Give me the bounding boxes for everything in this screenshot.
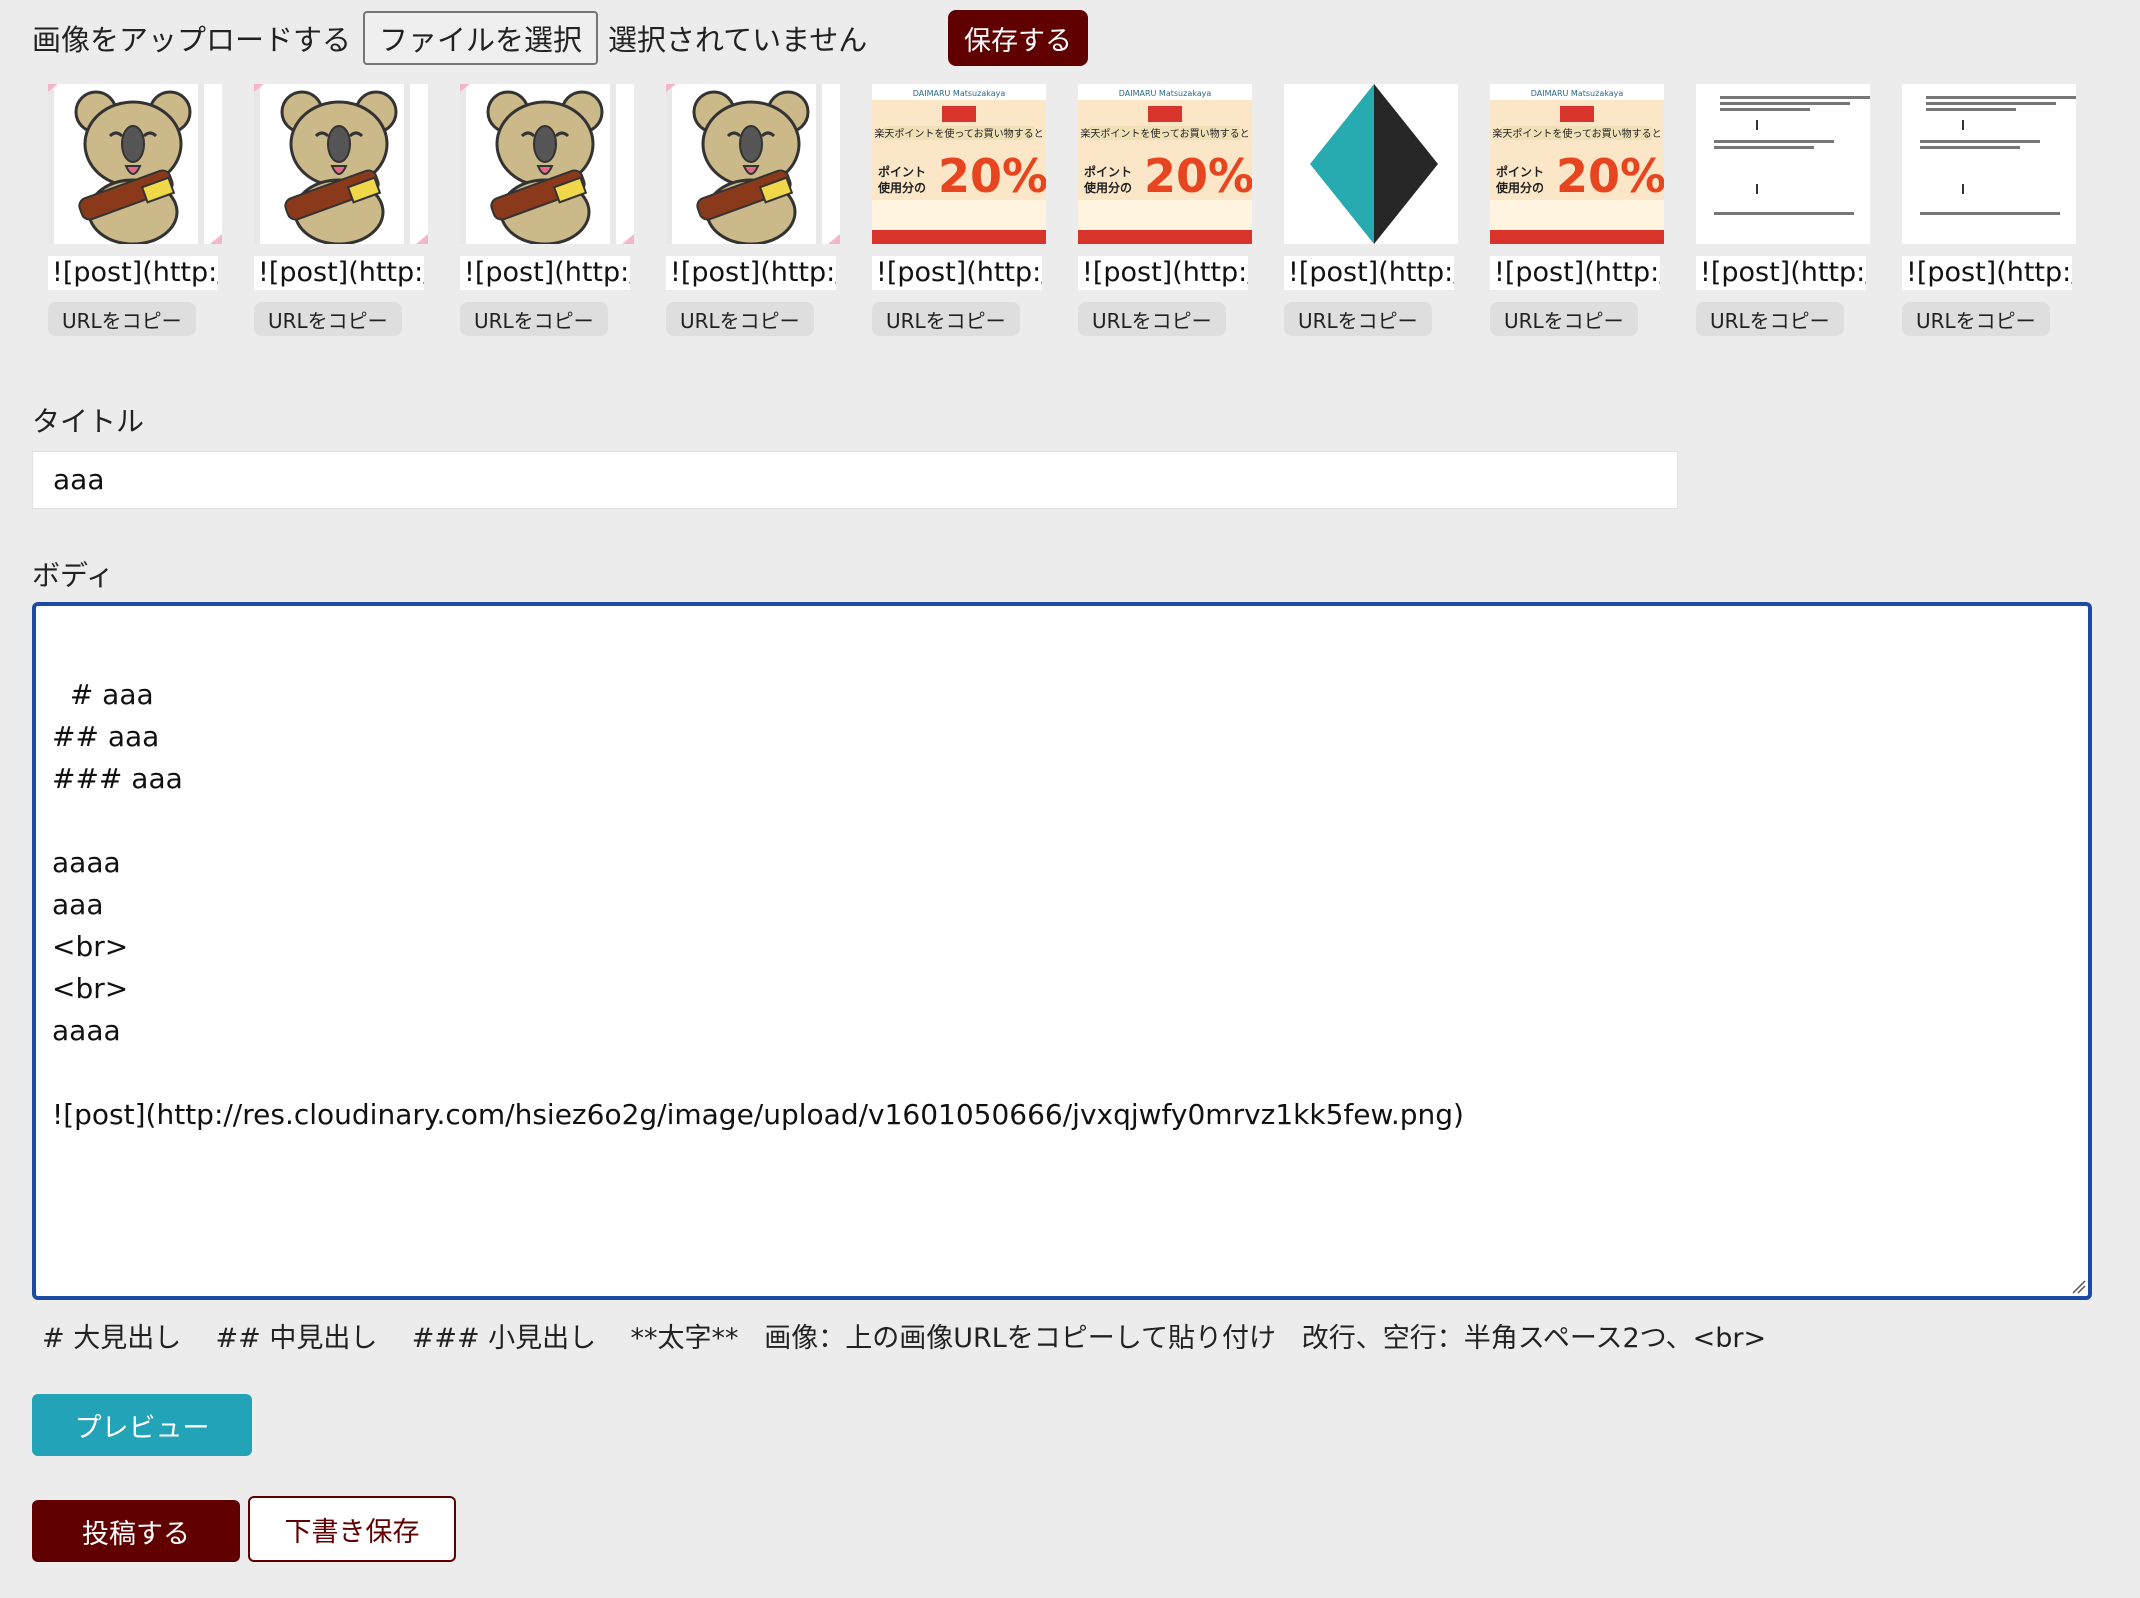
rakuten-point-banner-thumbnail: DAIMARU Matsuzakaya 楽天ポイントを使ってお買い物するとポイント… [872, 84, 1046, 244]
svg-text:20%: 20% [938, 149, 1046, 203]
save-image-button[interactable]: 保存する [948, 10, 1088, 66]
svg-text:DAIMARU Matsuzakaya: DAIMARU Matsuzakaya [913, 89, 1006, 98]
gallery-item: DAIMARU Matsuzakaya 楽天ポイントを使ってお買い物するとポイント… [1490, 84, 1668, 336]
image-url-text: ![post](http:// [460, 256, 630, 290]
text-document-thumbnail [1696, 84, 1870, 244]
upload-row: 画像をアップロードする ファイルを選択 選択されていません [32, 10, 867, 66]
copy-url-button[interactable]: URLをコピー [254, 302, 402, 336]
svg-text:20%: 20% [1556, 149, 1664, 203]
svg-text:楽天ポイントを使ってお買い物すると: 楽天ポイントを使ってお買い物すると [874, 127, 1043, 140]
svg-text:ポイント: ポイント [1084, 164, 1132, 179]
gallery-item: DAIMARU Matsuzakaya 楽天ポイントを使ってお買い物するとポイント… [1078, 84, 1256, 336]
copy-url-button[interactable]: URLをコピー [1284, 302, 1432, 336]
save-draft-button[interactable]: 下書き保存 [248, 1496, 456, 1562]
gallery-item: ![post](http:// URLをコピー [1696, 84, 1874, 336]
gallery-item: DAIMARU Matsuzakaya 楽天ポイントを使ってお買い物するとポイント… [872, 84, 1050, 336]
copy-url-button[interactable]: URLをコピー [1696, 302, 1844, 336]
image-url-text: ![post](http:// [48, 256, 218, 290]
svg-text:楽天ポイントを使ってお買い物すると: 楽天ポイントを使ってお買い物すると [1492, 127, 1661, 140]
koala-illustration-thumbnail [460, 84, 634, 244]
koala-illustration-thumbnail [666, 84, 840, 244]
copy-url-button[interactable]: URLをコピー [872, 302, 1020, 336]
koala-illustration-thumbnail [48, 84, 222, 244]
image-url-text: ![post](http:// [254, 256, 424, 290]
gallery-item: ![post](http:// URLをコピー [1284, 84, 1462, 336]
image-url-text: ![post](http:// [872, 256, 1042, 290]
koala-illustration-thumbnail [254, 84, 428, 244]
copy-url-button[interactable]: URLをコピー [48, 302, 196, 336]
image-url-text: ![post](http:// [1490, 256, 1660, 290]
copy-url-button[interactable]: URLをコピー [460, 302, 608, 336]
gallery-item: ![post](http:// URLをコピー [254, 84, 432, 336]
gallery-item: ![post](http:// URLをコピー [1902, 84, 2080, 336]
choose-file-button[interactable]: ファイルを選択 [363, 11, 599, 65]
svg-text:使用分の: 使用分の [1083, 180, 1132, 195]
svg-text:DAIMARU Matsuzakaya: DAIMARU Matsuzakaya [1531, 89, 1624, 98]
body-text: # aaa ## aaa ### aaa aaaa aaa <br> <br> … [52, 678, 1464, 1131]
svg-text:使用分の: 使用分の [877, 180, 926, 195]
copy-url-button[interactable]: URLをコピー [666, 302, 814, 336]
copy-url-button[interactable]: URLをコピー [1078, 302, 1226, 336]
gallery-item: ![post](http:// URLをコピー [666, 84, 844, 336]
image-url-text: ![post](http:// [1902, 256, 2072, 290]
rakuten-point-banner-thumbnail: DAIMARU Matsuzakaya 楽天ポイントを使ってお買い物するとポイント… [1490, 84, 1664, 244]
post-button[interactable]: 投稿する [32, 1500, 240, 1562]
svg-text:楽天ポイントを使ってお買い物すると: 楽天ポイントを使ってお買い物すると [1080, 127, 1249, 140]
image-url-text: ![post](http:// [1696, 256, 1866, 290]
teal-black-diamond-thumbnail [1284, 84, 1458, 244]
image-url-text: ![post](http:// [1284, 256, 1454, 290]
no-file-selected-text: 選択されていません [608, 23, 868, 57]
svg-text:使用分の: 使用分の [1495, 180, 1544, 195]
copy-url-button[interactable]: URLをコピー [1902, 302, 2050, 336]
body-textarea[interactable]: # aaa ## aaa ### aaa aaaa aaa <br> <br> … [32, 602, 2092, 1300]
svg-text:20%: 20% [1144, 149, 1252, 203]
gallery-item: ![post](http:// URLをコピー [48, 84, 226, 336]
title-input[interactable]: aaa [32, 451, 1678, 509]
upload-label: 画像をアップロードする [32, 23, 352, 57]
resize-grip-icon[interactable] [2070, 1278, 2086, 1294]
preview-button[interactable]: プレビュー [32, 1394, 252, 1456]
rakuten-point-banner-thumbnail: DAIMARU Matsuzakaya 楽天ポイントを使ってお買い物するとポイント… [1078, 84, 1252, 244]
copy-url-button[interactable]: URLをコピー [1490, 302, 1638, 336]
svg-text:ポイント: ポイント [1496, 164, 1544, 179]
body-label: ボディ [32, 559, 115, 592]
svg-text:DAIMARU Matsuzakaya: DAIMARU Matsuzakaya [1119, 89, 1212, 98]
image-url-text: ![post](http:// [666, 256, 836, 290]
title-label: タイトル [32, 405, 145, 438]
image-url-text: ![post](http:// [1078, 256, 1248, 290]
gallery-item: ![post](http:// URLをコピー [460, 84, 638, 336]
markdown-hint: # 大見出し ## 中見出し ### 小見出し **太字** 画像：上の画像UR… [42, 1323, 1767, 1354]
svg-text:ポイント: ポイント [878, 164, 926, 179]
text-document-thumbnail [1902, 84, 2076, 244]
